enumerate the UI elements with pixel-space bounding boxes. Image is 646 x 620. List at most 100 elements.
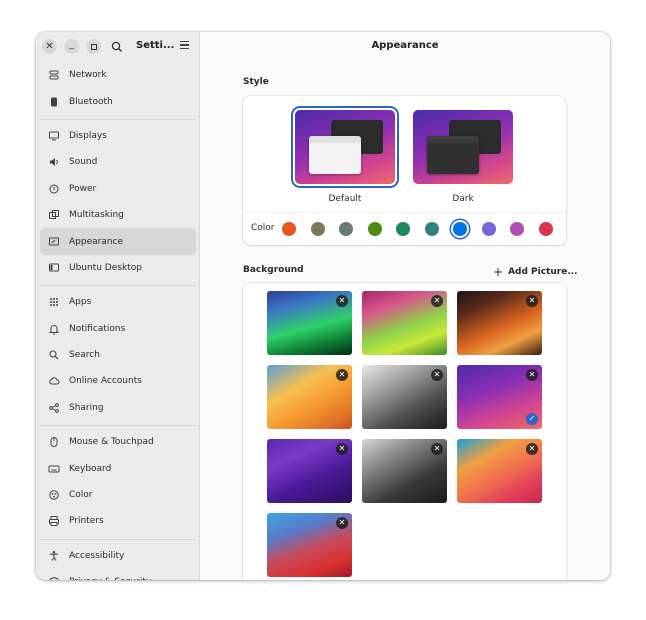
sidebar-item-privacy-security[interactable]: Privacy & Security [40,569,196,580]
remove-background-icon[interactable]: ✕ [526,369,538,381]
remove-background-icon[interactable]: ✕ [526,295,538,307]
style-section-label: Style [243,77,269,87]
minimize-window-button[interactable]: _ [64,39,79,54]
sidebar-item-label: Sharing [69,402,104,413]
sidebar-item-displays[interactable]: Displays [40,123,196,149]
maximize-window-button[interactable] [86,39,101,54]
sidebar-item-printers[interactable]: Printers [40,508,196,534]
ubuntu-desktop-icon [48,262,60,274]
remove-background-icon[interactable]: ✕ [336,443,348,455]
sidebar-item-ubuntu-desktop[interactable]: Ubuntu Desktop [40,255,196,281]
bell-icon [48,323,60,335]
background-thumbnail[interactable]: ✕ [457,439,542,503]
sidebar-item-label: Printers [69,516,104,527]
remove-background-icon[interactable]: ✕ [336,517,348,529]
cloud-icon [48,375,60,387]
dark-window-preview [427,136,479,174]
sidebar-separator [40,285,196,287]
background-thumbnail[interactable]: ✕ [267,439,352,503]
background-thumbnail[interactable]: ✕ [362,365,447,429]
sidebar-item-keyboard[interactable]: Keyboard [40,455,196,481]
minimize-icon: _ [69,38,74,50]
accent-color-swatch[interactable] [310,222,325,236]
share-icon [48,402,60,414]
search-icon [48,349,60,361]
sidebar-item-appearance[interactable]: Appearance [40,228,196,255]
background-thumbnail[interactable]: ✕ ✓ [457,365,542,429]
remove-background-icon[interactable]: ✕ [431,443,443,455]
sidebar-item-label: Appearance [69,236,124,247]
display-icon [48,130,60,142]
sidebar-item-bluetooth[interactable]: Bluetooth [40,88,196,114]
sidebar-item-online-accounts[interactable]: Online Accounts [40,368,196,394]
sidebar-item-color[interactable]: Color [40,482,196,508]
close-icon: ✕ [45,40,54,52]
page-title: Appearance [371,40,439,51]
sidebar-item-search[interactable]: Search [40,342,196,368]
remove-background-icon[interactable]: ✕ [526,443,538,455]
sidebar-item-label: Accessibility [69,550,125,561]
appearance-icon [48,236,60,248]
accent-color-swatch[interactable] [538,222,553,236]
remove-background-icon[interactable]: ✕ [336,295,348,307]
style-default-label: Default [328,194,362,204]
background-thumbnail[interactable]: ✕ [267,291,352,355]
light-window-preview [309,136,361,174]
network-icon [48,69,60,81]
sidebar-item-label: Displays [69,130,107,141]
maximize-icon [90,43,97,50]
background-thumbnail[interactable]: ✕ [457,291,542,355]
add-picture-label: Add Picture... [508,267,578,277]
style-dark-thumbnail[interactable] [413,110,513,184]
accent-color-swatch[interactable] [396,222,410,236]
selected-check-icon: ✓ [526,413,538,425]
remove-background-icon[interactable]: ✕ [336,369,348,381]
sidebar: ✕ _ Setti... Network Bluetooth Displays Sou… [36,32,200,580]
sidebar-item-mouse-touchpad[interactable]: Mouse & Touchpad [40,429,196,455]
remove-background-icon[interactable]: ✕ [431,295,443,307]
multitasking-icon [48,209,60,221]
apps-grid-icon [48,296,60,308]
accent-color-swatch[interactable] [481,222,496,236]
accent-color-swatch[interactable] [510,222,524,236]
background-thumbnail[interactable]: ✕ [267,365,352,429]
search-icon [111,41,122,52]
style-dark-label: Dark [452,194,474,204]
remove-background-icon[interactable]: ✕ [431,369,443,381]
add-picture-button[interactable]: + Add Picture... [493,265,578,279]
background-thumbnail[interactable]: ✕ [362,439,447,503]
printer-icon [48,515,60,527]
background-thumbnail[interactable]: ✕ [267,513,352,577]
accent-color-swatch[interactable] [282,222,296,236]
sidebar-item-sharing[interactable]: Sharing [40,395,196,421]
main-content: Appearance Style Default Dark Color Back… [200,32,610,580]
accent-color-swatch[interactable] [453,222,467,236]
plus-icon: + [493,265,504,279]
sidebar-item-sound[interactable]: Sound [40,149,196,175]
sidebar-item-apps[interactable]: Apps [40,289,196,315]
background-thumbnail[interactable]: ✕ [362,291,447,355]
sidebar-item-label: Search [69,350,100,361]
sidebar-item-network[interactable]: Network [40,62,196,88]
accent-color-swatch[interactable] [339,222,353,236]
power-icon [48,183,60,195]
accent-color-swatch[interactable] [424,222,439,236]
sidebar-item-label: Apps [69,297,92,308]
close-window-button[interactable]: ✕ [42,39,57,54]
sidebar-item-notifications[interactable]: Notifications [40,316,196,342]
sidebar-item-label: Keyboard [69,463,112,474]
sidebar-item-label: Power [69,183,97,194]
sidebar-search-button[interactable] [110,39,124,53]
accent-color-swatch[interactable] [367,222,382,236]
sidebar-item-label: Notifications [69,323,126,334]
sidebar-item-label: Online Accounts [69,376,142,387]
settings-window: ✕ _ Setti... Network Bluetooth Displays Sou… [36,32,610,580]
style-default-thumbnail[interactable] [291,106,399,188]
background-section-label: Background [243,265,304,275]
sidebar-item-accessibility[interactable]: Accessibility [40,543,196,569]
main-menu-button[interactable] [180,41,189,49]
menu-icon [180,41,189,49]
sidebar-item-power[interactable]: Power [40,176,196,202]
style-card: Default Dark Color [243,96,566,245]
sidebar-item-multitasking[interactable]: Multitasking [40,202,196,228]
